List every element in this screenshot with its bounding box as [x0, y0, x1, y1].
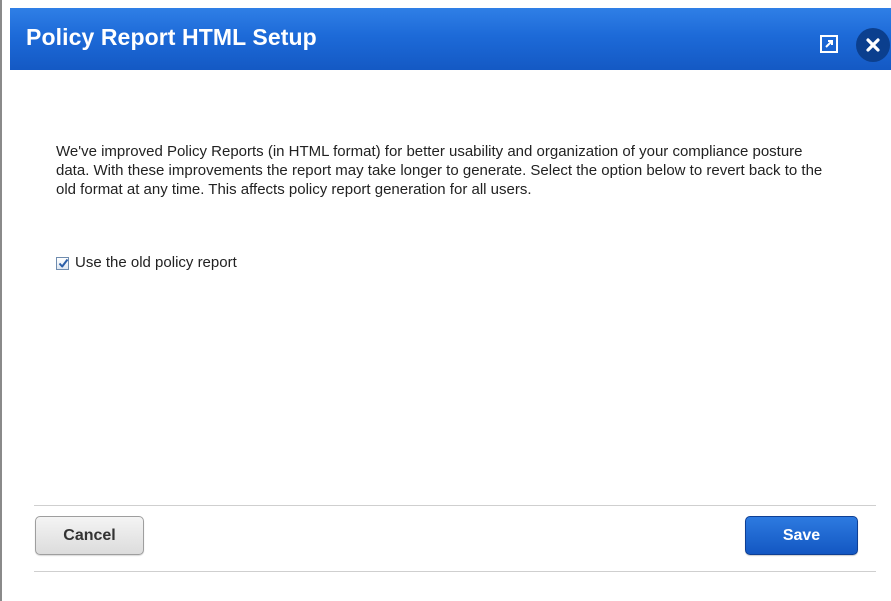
save-button[interactable]: Save	[745, 516, 858, 555]
cancel-button[interactable]: Cancel	[35, 516, 144, 555]
dialog-titlebar: Policy Report HTML Setup	[10, 8, 891, 70]
footer-divider-bottom	[34, 571, 876, 572]
checkmark-icon	[58, 258, 69, 267]
close-icon[interactable]	[856, 28, 890, 62]
footer-divider-top	[34, 505, 876, 506]
use-old-report-option[interactable]: Use the old policy report	[56, 254, 237, 272]
popout-icon[interactable]	[820, 35, 838, 53]
policy-report-dialog: Policy Report HTML Setup We've improved …	[0, 0, 891, 601]
dialog-message: We've improved Policy Reports (in HTML f…	[56, 143, 823, 198]
dialog-top-edge	[2, 0, 891, 8]
use-old-report-checkbox[interactable]	[56, 256, 69, 270]
use-old-report-label: Use the old policy report	[75, 254, 237, 271]
dialog-title: Policy Report HTML Setup	[26, 24, 317, 50]
